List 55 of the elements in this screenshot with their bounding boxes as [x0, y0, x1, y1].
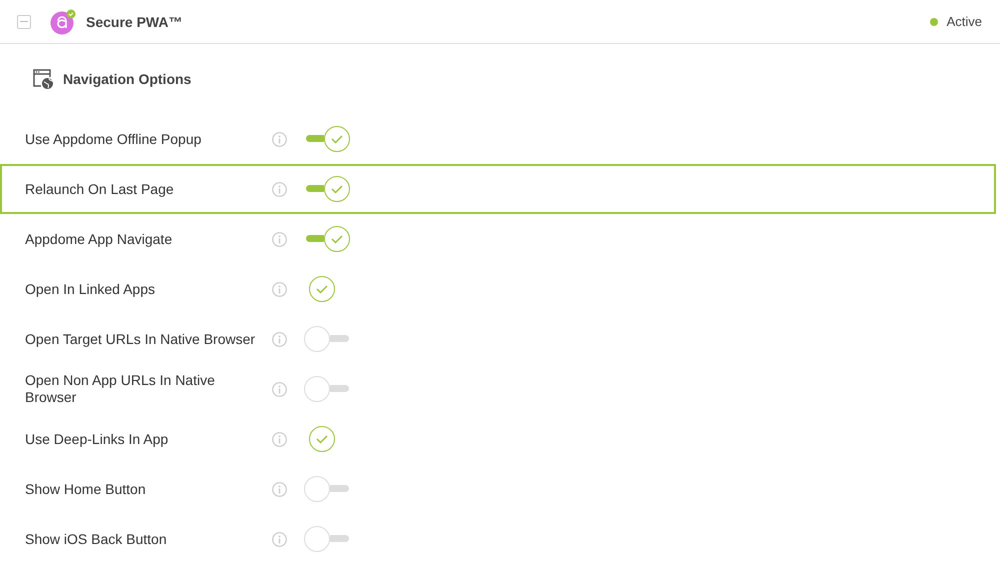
option-row[interactable]: Show Home Button — [0, 464, 996, 514]
info-icon[interactable] — [272, 182, 287, 196]
option-row[interactable]: Relaunch On Last Page — [0, 164, 996, 214]
info-icon[interactable] — [272, 532, 287, 546]
toggle-track — [306, 135, 324, 142]
toggle-switch[interactable] — [304, 226, 350, 252]
toggle-track — [330, 335, 349, 342]
check-icon — [316, 434, 328, 444]
browser-globe-icon — [32, 68, 54, 90]
check-icon — [331, 234, 343, 244]
option-row[interactable]: Appdome App Navigate — [0, 214, 996, 264]
info-icon[interactable] — [272, 432, 287, 446]
toggle-switch[interactable] — [304, 326, 350, 352]
toggle-switch[interactable] — [304, 476, 350, 502]
toggle-track — [306, 185, 324, 192]
check-icon — [331, 134, 343, 144]
toggle-track — [330, 535, 349, 542]
option-label: Open Non App URLs In Native Browser — [25, 372, 216, 406]
check-circle[interactable] — [309, 276, 335, 302]
check-icon — [316, 284, 328, 294]
info-icon[interactable] — [272, 482, 287, 496]
toggle-track — [330, 385, 349, 392]
toggle-switch[interactable] — [304, 526, 350, 552]
section-title: Navigation Options — [63, 71, 192, 87]
app-title: Secure PWA™ — [86, 14, 182, 30]
toggle-switch[interactable] — [304, 376, 350, 402]
option-row[interactable]: Open Non App URLs In Native Browser — [0, 364, 996, 414]
option-row[interactable]: Open Target URLs In Native Browser — [0, 314, 996, 364]
option-label: Use Deep-Links In App — [25, 430, 170, 448]
toggle-switch[interactable] — [304, 126, 350, 152]
check-icon — [331, 184, 343, 194]
app-logo-icon — [50, 8, 76, 34]
toggle-track — [330, 485, 349, 492]
option-label: Show Home Button — [25, 480, 147, 498]
info-icon[interactable] — [272, 332, 287, 346]
collapse-icon[interactable] — [17, 14, 31, 28]
status-label: Active — [946, 14, 982, 29]
option-row[interactable]: Open In Linked Apps — [0, 264, 996, 314]
info-icon[interactable] — [272, 232, 287, 246]
option-label: Open In Linked Apps — [25, 280, 156, 298]
check-circle[interactable] — [309, 426, 335, 452]
option-row[interactable]: Use Appdome Offline Popup — [0, 114, 996, 164]
option-row[interactable]: Use Deep-Links In App — [0, 414, 996, 464]
option-label: Appdome App Navigate — [25, 230, 174, 248]
toggle-switch[interactable] — [304, 176, 350, 202]
info-icon[interactable] — [272, 282, 287, 296]
toggle-track — [306, 235, 324, 242]
option-label: Show iOS Back Button — [25, 530, 168, 548]
info-icon[interactable] — [272, 382, 287, 396]
option-row[interactable]: Show iOS Back Button — [0, 514, 996, 564]
option-label: Open Target URLs In Native Browser — [25, 330, 256, 348]
status-dot — [930, 18, 938, 26]
info-icon[interactable] — [272, 132, 287, 146]
option-label: Use Appdome Offline Popup — [25, 130, 202, 148]
option-label: Relaunch On Last Page — [25, 180, 175, 198]
